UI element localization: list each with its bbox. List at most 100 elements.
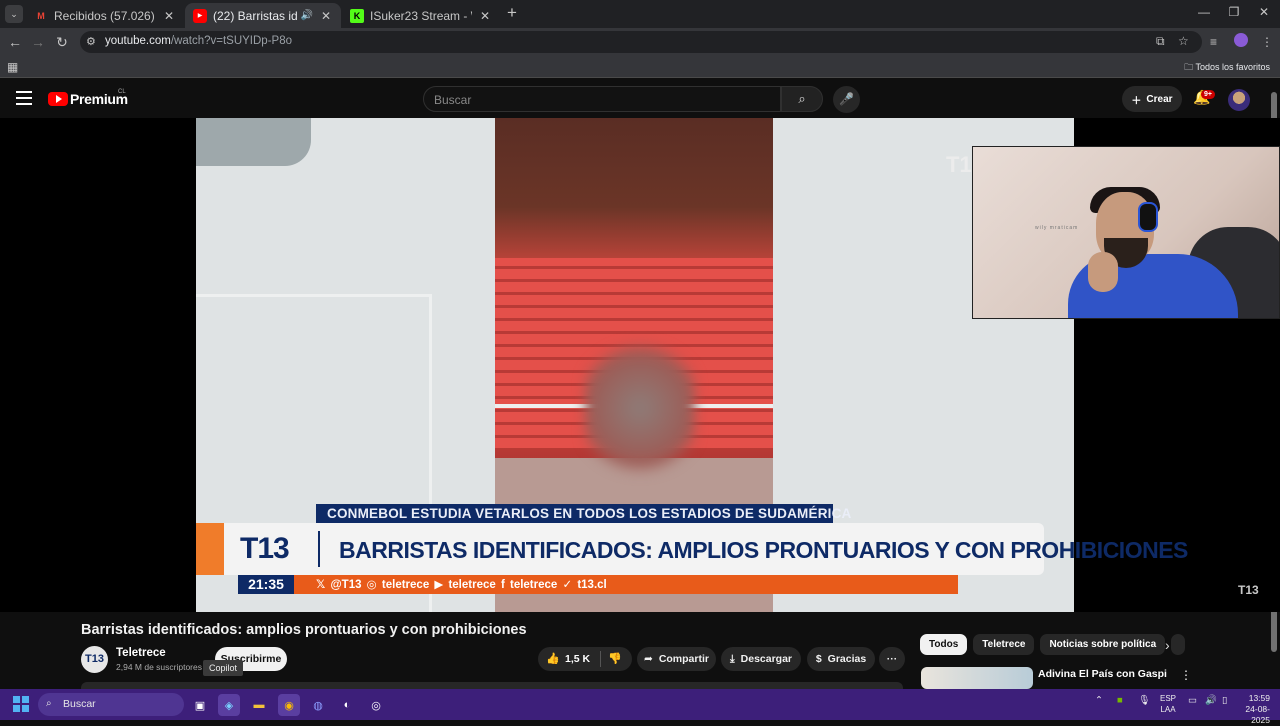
search-button[interactable]: ⌕ xyxy=(781,86,823,112)
system-clock[interactable]: 13:59 24-08-2025 xyxy=(1230,693,1270,726)
recommended-title[interactable]: Adivina El País con Gaspi xyxy=(1038,668,1167,680)
close-window-button[interactable]: ✕ xyxy=(1254,5,1274,19)
media-control-icon[interactable]: ≡ xyxy=(1210,35,1217,49)
dislike-button[interactable]: 👎 xyxy=(608,652,622,665)
download-icon: ⤓ xyxy=(729,652,735,665)
search-icon: ⌕ xyxy=(46,698,52,709)
streamer-webcam: wily mraticam xyxy=(972,146,1280,319)
news-ticker: 21:35 𝕏 @T13 ◎ teletrece ▶ teletrece f t… xyxy=(238,575,958,594)
restore-button[interactable]: ❐ xyxy=(1224,5,1244,19)
url-text: youtube.com/watch?v=tSUYIDp-P8o xyxy=(105,35,292,47)
browser-toolbar: ← → ↻ ⚙ youtube.com/watch?v=tSUYIDp-P8o … xyxy=(0,28,1280,56)
like-button[interactable]: 👍 xyxy=(546,652,560,665)
chip-politica[interactable]: Noticias sobre política xyxy=(1040,634,1166,655)
microphone-tray-icon[interactable]: 🎙 xyxy=(1138,695,1150,706)
thanks-button[interactable]: $ Gracias xyxy=(807,647,875,671)
copilot-icon[interactable]: ◈ xyxy=(218,694,240,716)
youtube-icon: ▶ xyxy=(193,8,207,23)
youtube-masthead: Premium CL Buscar ⌕ 🎤 ＋Crear 🔔 9+ xyxy=(0,80,1280,118)
windows-taskbar: ⌕ Buscar ▣ ◈ ▬ ◉ ◍ ◐ ◎ ⌃ ■ 🎙 ESP LAA ▭ 🔊 … xyxy=(0,689,1280,725)
kick-icon: K xyxy=(350,8,364,23)
language-indicator[interactable]: ESP LAA xyxy=(1160,693,1176,715)
channel-avatar[interactable]: T13 xyxy=(81,646,108,673)
filter-chips: Todos Teletrece Noticias sobre política xyxy=(920,634,1186,656)
search-icon: ⌕ xyxy=(798,91,806,106)
back-button[interactable]: ← xyxy=(5,32,25,52)
reload-button[interactable]: ↻ xyxy=(52,32,72,52)
close-tab-icon[interactable]: ✕ xyxy=(319,9,333,23)
all-bookmarks-button[interactable]: 🗀 Todos los favoritos xyxy=(1184,60,1270,76)
close-tab-icon[interactable]: ✕ xyxy=(162,9,176,23)
download-button[interactable]: ⤓ Descargar xyxy=(721,647,801,671)
battery-icon[interactable]: ▯ xyxy=(1222,695,1227,706)
audio-playing-icon[interactable]: 🔊 xyxy=(301,10,313,21)
recommended-more-icon[interactable]: ⋮ xyxy=(1180,668,1192,682)
tab-search-button[interactable]: ⌄ xyxy=(5,5,23,23)
discord-icon[interactable]: ◍ xyxy=(307,694,329,716)
chevron-right-icon[interactable]: › xyxy=(1165,637,1170,653)
blurred-figure xyxy=(585,338,695,478)
tab-gmail[interactable]: M Recibidos (57.026) - davor.marc ✕ xyxy=(26,3,184,28)
create-button[interactable]: ＋ Crear xyxy=(1122,86,1182,112)
forward-button[interactable]: → xyxy=(28,32,48,52)
account-avatar[interactable] xyxy=(1228,89,1250,111)
obs-icon[interactable]: ◐ xyxy=(336,694,358,716)
broadcast-time: 21:35 xyxy=(238,575,294,594)
site-info-icon[interactable]: ⚙ xyxy=(86,35,96,48)
gmail-icon: M xyxy=(37,10,45,21)
thanks-icon: $ xyxy=(815,653,822,665)
channel-name[interactable]: Teletrece xyxy=(116,647,166,659)
address-bar[interactable]: ⚙ youtube.com/watch?v=tSUYIDp-P8o ⧉ ☆ xyxy=(80,31,1202,53)
task-view-icon[interactable]: ▣ xyxy=(189,694,211,716)
more-actions-button[interactable]: ··· xyxy=(879,647,905,671)
chip-todos[interactable]: Todos xyxy=(920,634,968,655)
news-banner-top: CONMEBOL ESTUDIA VETARLOS EN TODOS LOS E… xyxy=(316,504,851,523)
news-headline: BARRISTAS IDENTIFICADOS: AMPLIOS PRONTUA… xyxy=(339,537,1188,563)
tab-youtube[interactable]: ▶ (22) Barristas identificados: 🔊 ✕ xyxy=(185,3,341,28)
install-app-icon[interactable]: ⧉ xyxy=(1156,34,1165,49)
news-headline-bar: T13 BARRISTAS IDENTIFICADOS: AMPLIOS PRO… xyxy=(196,523,1188,575)
profile-avatar-icon[interactable] xyxy=(1234,33,1248,47)
close-tab-icon[interactable]: ✕ xyxy=(478,9,492,23)
plus-icon: ＋ xyxy=(1131,95,1142,107)
chip-teletrece[interactable]: Teletrece xyxy=(973,634,1035,655)
new-tab-button[interactable]: + xyxy=(503,4,521,22)
guide-menu-icon[interactable] xyxy=(16,91,32,105)
webcam-caption: wily mraticam xyxy=(1035,225,1079,231)
browser-tab-strip: ⌄ M Recibidos (57.026) - davor.marc ✕ ▶ … xyxy=(0,0,1280,28)
share-button[interactable]: ➦ Compartir xyxy=(637,647,716,671)
youtube-logo-icon[interactable] xyxy=(48,92,68,106)
network-icon[interactable]: ▭ xyxy=(1188,695,1197,706)
app-icon[interactable]: ◎ xyxy=(365,694,387,716)
t13-logo: T13 xyxy=(240,532,290,565)
video-title: Barristas identificados: amplios prontua… xyxy=(81,622,527,638)
search-input[interactable]: Buscar xyxy=(423,86,781,112)
chrome-icon[interactable]: ◉ xyxy=(278,694,300,716)
tab-kick[interactable]: K ISuker23 Stream - Watch Live o ✕ xyxy=(342,3,500,28)
microphone-icon: 🎤 xyxy=(839,92,854,106)
bookmarks-bar: ▦ 🗀 Todos los favoritos xyxy=(0,56,1280,78)
voice-search-button[interactable]: 🎤 xyxy=(833,86,860,113)
notification-badge: 9+ xyxy=(1201,90,1215,99)
share-icon: ➦ xyxy=(644,653,653,665)
file-explorer-icon[interactable]: ▬ xyxy=(248,694,270,716)
volume-icon[interactable]: 🔊 xyxy=(1205,695,1217,706)
social-handles: 𝕏 @T13 ◎ teletrece ▶ teletrece f teletre… xyxy=(316,579,607,591)
apps-grid-icon[interactable]: ▦ xyxy=(7,60,18,74)
nvidia-icon[interactable]: ■ xyxy=(1117,695,1123,706)
chip-next[interactable] xyxy=(1171,634,1186,655)
region-code: CL xyxy=(118,89,126,95)
recommended-thumbnail[interactable] xyxy=(921,667,1033,689)
like-count: 1,5 K xyxy=(565,653,591,665)
start-button[interactable] xyxy=(13,696,29,712)
headset-icon xyxy=(1138,202,1158,232)
subscriber-count: 2,94 M de suscriptores xyxy=(116,662,202,672)
bookmark-star-icon[interactable]: ☆ xyxy=(1178,34,1189,48)
tooltip: Copilot xyxy=(203,660,244,676)
taskbar-search[interactable]: ⌕ Buscar xyxy=(38,693,184,716)
like-dislike-group: 👍 1,5 K 👎 xyxy=(538,647,632,671)
menu-kebab-icon[interactable]: ⋮ xyxy=(1261,35,1273,49)
tray-overflow-icon[interactable]: ⌃ xyxy=(1095,695,1103,706)
minimize-button[interactable]: — xyxy=(1194,5,1214,19)
corner-logo: T13 xyxy=(1238,583,1259,597)
